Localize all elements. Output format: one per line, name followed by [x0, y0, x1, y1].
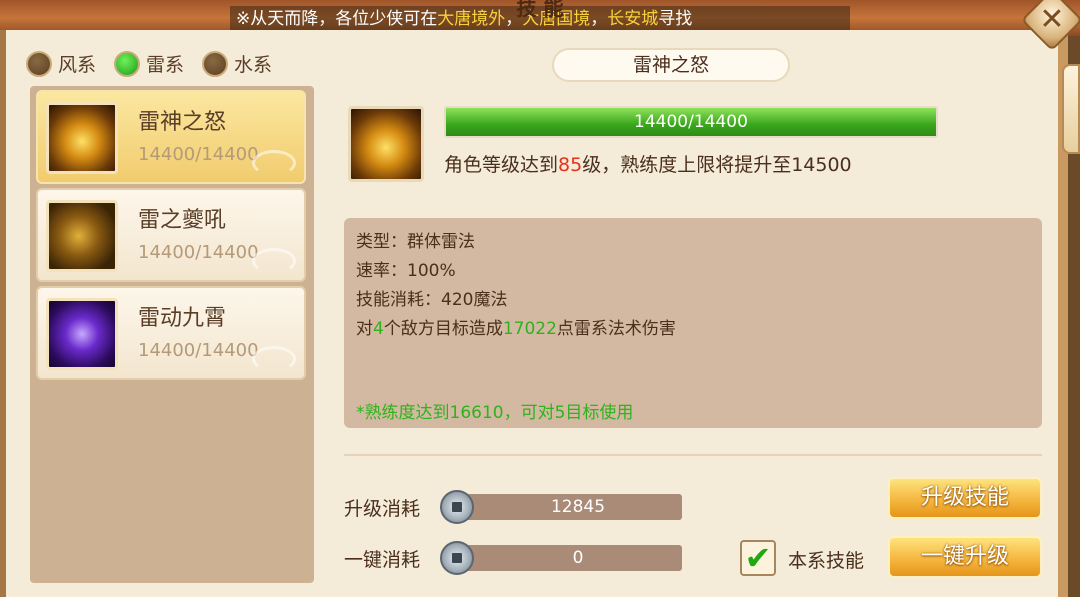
- skill-item-thunder-storm[interactable]: 雷动九霄 14400/14400: [36, 286, 306, 380]
- same-element-checkbox[interactable]: ✔: [740, 540, 776, 576]
- skill-effect: 对4个敌方目标造成17022点雷系法术伤害: [356, 319, 676, 339]
- upgrade-cost-value: 12845: [460, 494, 682, 520]
- tab-label: 水系: [234, 54, 273, 76]
- thunder-roar-icon: [46, 200, 118, 272]
- skill-name: 雷神之怒: [138, 110, 227, 135]
- proficiency-text: 14400/14400: [634, 112, 748, 132]
- tab-wind[interactable]: 风系: [26, 50, 96, 77]
- cloud-ornament-icon: [252, 346, 296, 372]
- upgrade-cost-label: 升级消耗: [344, 497, 421, 520]
- skill-name: 雷动九霄: [138, 306, 227, 331]
- skill-item-thunder-roar[interactable]: 雷之夔吼 14400/14400: [36, 188, 306, 282]
- radio-icon: [26, 50, 52, 77]
- upgrade-skill-button[interactable]: 升级技能: [888, 477, 1042, 519]
- skill-type: 类型：群体雷法: [356, 232, 475, 252]
- oneclick-cost-label: 一键消耗: [344, 548, 421, 571]
- cloud-ornament-icon: [252, 150, 296, 176]
- thunder-storm-icon: [46, 298, 118, 370]
- checkmark-icon: ✔: [744, 539, 772, 577]
- tab-water[interactable]: 水系: [202, 50, 272, 77]
- thunder-wrath-icon: [46, 102, 118, 174]
- cloud-ornament-icon: [252, 248, 296, 274]
- upgrade-cost-row: 升级消耗 12845: [344, 490, 682, 524]
- skill-progress: 14400/14400: [138, 144, 259, 165]
- panel-title: 技 能: [516, 0, 564, 20]
- skill-speed: 速率：100%: [356, 261, 456, 281]
- tab-label: 风系: [58, 54, 97, 76]
- skill-cost: 技能消耗：420魔法: [356, 290, 508, 310]
- oneclick-cost-row: 一键消耗 0: [344, 541, 682, 575]
- thunder-wrath-icon: [348, 106, 424, 182]
- tab-label: 雷系: [146, 54, 185, 76]
- side-tab[interactable]: [1062, 64, 1080, 154]
- skill-list: 雷神之怒 14400/14400 雷之夔吼 14400/14400 雷动九霄 1…: [30, 86, 314, 583]
- same-element-label: 本系技能: [788, 550, 865, 572]
- proficiency-bar: 14400/14400: [444, 106, 938, 138]
- skill-progress: 14400/14400: [138, 340, 259, 361]
- detail-title: 雷神之怒: [552, 48, 790, 82]
- skill-item-thunder-wrath[interactable]: 雷神之怒 14400/14400: [36, 90, 306, 184]
- skill-tip: *熟练度达到16610，可对5目标使用: [356, 403, 634, 423]
- skill-name: 雷之夔吼: [138, 208, 227, 233]
- radio-selected-icon: [114, 50, 141, 77]
- radio-icon: [202, 50, 229, 77]
- element-tabs: 风系 雷系 水系: [26, 50, 272, 77]
- divider: [344, 454, 1042, 456]
- silver-coin-icon: [440, 490, 474, 524]
- silver-coin-icon: [440, 541, 474, 575]
- close-icon: ✕: [1039, 1, 1065, 37]
- level-note: 角色等级达到85级，熟练度上限将提升至14500: [444, 154, 852, 176]
- one-click-upgrade-button[interactable]: 一键升级: [888, 536, 1042, 578]
- oneclick-cost-value: 0: [460, 545, 682, 571]
- tab-thunder[interactable]: 雷系: [114, 50, 184, 77]
- skill-progress: 14400/14400: [138, 242, 259, 263]
- skill-description: 类型：群体雷法 速率：100% 技能消耗：420魔法 对4个敌方目标造成1702…: [344, 218, 1042, 428]
